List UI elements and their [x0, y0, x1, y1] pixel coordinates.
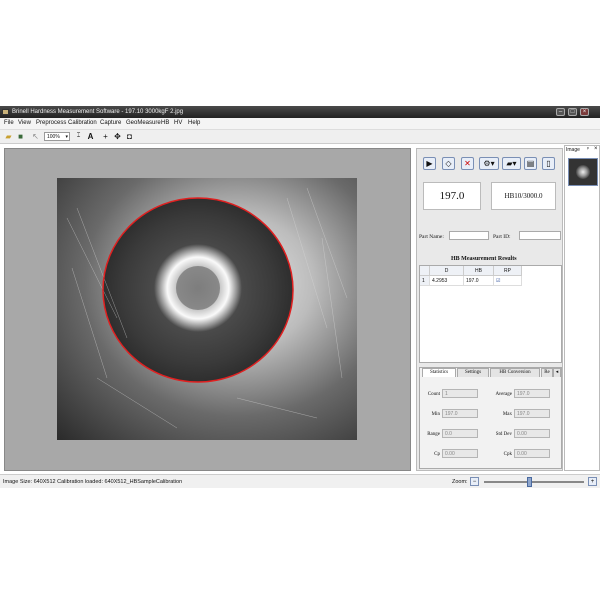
- part-name-label: Part Name:: [419, 234, 444, 240]
- menu-view[interactable]: View: [18, 120, 31, 126]
- center-spot: [176, 266, 220, 310]
- min-field: 197.0: [442, 409, 478, 418]
- cpk-label: Cpk: [503, 452, 512, 457]
- part-name-input[interactable]: [449, 231, 489, 240]
- thumbnail-preview: [576, 165, 590, 179]
- save-icon[interactable]: ■: [16, 132, 25, 141]
- maximize-button[interactable]: □: [568, 108, 577, 116]
- zoom-select-value: 100%: [47, 134, 60, 140]
- settings-button[interactable]: ⚙▾: [479, 157, 499, 170]
- report-button[interactable]: ▤: [524, 157, 537, 170]
- cell-hb[interactable]: 197.0: [464, 276, 494, 286]
- menu-bar: File View Preprocess Calibration Capture…: [0, 118, 600, 130]
- stddev-label: Std Dev: [495, 432, 512, 437]
- zoom-label: Zoom:: [452, 479, 468, 485]
- zoom-select[interactable]: 100% ▾: [44, 132, 70, 141]
- part-id-label: Part ID:: [493, 234, 511, 240]
- export-button[interactable]: ▰▾: [502, 157, 521, 170]
- average-label: Average: [495, 392, 512, 397]
- close-button[interactable]: ×: [580, 108, 589, 116]
- tab-statistics[interactable]: Statistics: [422, 368, 456, 377]
- statistics-panel: Statistics Settings HB Conversion Re ◂ C…: [419, 367, 562, 469]
- zoom-slider-thumb[interactable]: [526, 477, 532, 487]
- cpk-field: 0.00: [514, 449, 550, 458]
- measure-tool-icon[interactable]: ⌶: [74, 132, 83, 141]
- results-table-title: HB Measurement Results: [451, 256, 517, 262]
- part-id-input[interactable]: [519, 231, 561, 240]
- tab-hb-conversion[interactable]: HB Conversion: [490, 368, 540, 377]
- crosshair-icon[interactable]: +: [101, 132, 110, 141]
- cell-d[interactable]: 4.2953: [430, 276, 464, 286]
- hb-value-display: 197.0: [423, 182, 481, 210]
- specimen-image[interactable]: [57, 178, 357, 440]
- menu-capture[interactable]: Capture: [100, 120, 121, 126]
- title-bar: Brinell Hardness Measurement Software - …: [0, 106, 600, 118]
- hb-scale-display: HB10/3000.0: [491, 182, 556, 210]
- cp-field: 0.00: [442, 449, 478, 458]
- range-field: 0.0: [442, 429, 478, 438]
- chevron-down-icon: ▾: [65, 134, 68, 140]
- image-panel-title: Image: [566, 147, 580, 153]
- table-corner: [420, 266, 430, 276]
- tab-scroll-arrows[interactable]: ◂: [553, 368, 561, 377]
- menu-preprocess[interactable]: Preprocess: [36, 120, 66, 126]
- new-page-button[interactable]: ▯: [542, 157, 555, 170]
- text-tool-icon[interactable]: A: [86, 132, 95, 141]
- column-header-rp[interactable]: RP: [494, 266, 522, 276]
- column-header-hb[interactable]: HB: [464, 266, 494, 276]
- tab-report[interactable]: Re: [541, 368, 553, 377]
- menu-calibration[interactable]: Calibration: [68, 120, 97, 126]
- menu-help[interactable]: Help: [188, 120, 200, 126]
- column-header-d[interactable]: D: [430, 266, 464, 276]
- status-bar: Image Size: 640X512 Calibration loaded: …: [0, 474, 600, 488]
- menu-file[interactable]: File: [4, 120, 14, 126]
- rp-checkbox[interactable]: ☑: [494, 276, 522, 286]
- menu-hb[interactable]: HB: [161, 120, 169, 126]
- menu-geomeasure[interactable]: GeoMeasure: [126, 120, 161, 126]
- app-icon: [2, 109, 9, 115]
- max-field: 197.0: [514, 409, 550, 418]
- pin-icon[interactable]: ᵖ: [587, 146, 589, 152]
- min-label: Min: [431, 412, 440, 417]
- image-thumbnail[interactable]: [568, 158, 598, 186]
- delete-button[interactable]: ✕: [461, 157, 474, 170]
- count-field: 1: [442, 389, 478, 398]
- eraser-button[interactable]: ◇: [442, 157, 455, 170]
- average-field: 197.0: [514, 389, 550, 398]
- cp-label: Cp: [434, 452, 440, 457]
- pointer-icon[interactable]: ↖: [31, 132, 40, 141]
- indentation-overlay: [66, 187, 348, 429]
- zoom-out-button[interactable]: −: [470, 477, 479, 486]
- tab-settings[interactable]: Settings: [457, 368, 489, 377]
- range-label: Range: [427, 432, 440, 437]
- status-text: Image Size: 640X512 Calibration loaded: …: [3, 479, 183, 485]
- image-list-panel: Image ᵖ ×: [564, 145, 600, 471]
- row-index: 1: [420, 276, 430, 286]
- minimize-button[interactable]: –: [556, 108, 565, 116]
- toolbar: ▰ ■ ↖ 100% ▾ ⌶ A + ✥ ◘: [0, 130, 600, 144]
- results-panel: ▶ ◇ ✕ ⚙▾ ▰▾ ▤ ▯ 197.0 HB10/3000.0 Part N…: [416, 148, 563, 471]
- open-folder-icon[interactable]: ▰: [4, 132, 13, 141]
- zoom-slider-track[interactable]: [484, 477, 584, 487]
- count-label: Count: [427, 392, 440, 397]
- capture-button[interactable]: ▶: [423, 157, 436, 170]
- results-table[interactable]: D HB RP 1 4.2953 197.0 ☑: [419, 265, 562, 363]
- window-title: Brinell Hardness Measurement Software - …: [12, 109, 184, 115]
- camera-icon[interactable]: ◘: [125, 132, 134, 141]
- move-icon[interactable]: ✥: [113, 132, 122, 141]
- max-label: Max: [502, 412, 512, 417]
- zoom-in-button[interactable]: +: [588, 477, 597, 486]
- stddev-field: 0.00: [514, 429, 550, 438]
- menu-hv[interactable]: HV: [174, 120, 182, 126]
- close-icon[interactable]: ×: [594, 146, 598, 152]
